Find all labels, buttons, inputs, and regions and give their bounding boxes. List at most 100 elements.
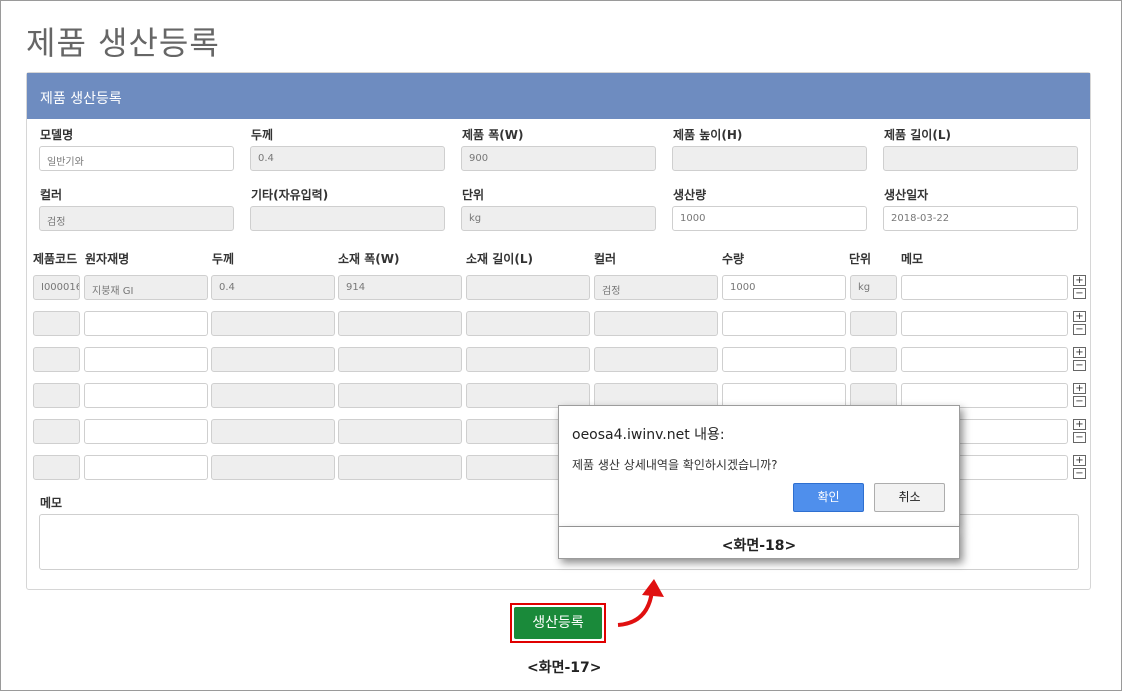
curved-arrow-icon [617, 579, 664, 627]
material-width-cell[interactable] [338, 455, 462, 480]
unit-label: 단위 [462, 188, 485, 202]
row-add-remove-controls: + − [1073, 347, 1086, 372]
remove-row-icon[interactable]: − [1073, 360, 1086, 371]
col-material-name: 원자재명 [85, 252, 130, 266]
model-name-input[interactable]: 일반기와 [39, 146, 234, 171]
add-row-icon[interactable]: + [1073, 383, 1086, 394]
thickness-cell[interactable] [211, 455, 335, 480]
screen-17-caption: <화면-17> [527, 660, 602, 676]
screen-18-caption: <화면-18> [721, 538, 797, 554]
remove-row-icon[interactable]: − [1073, 432, 1086, 443]
remove-row-icon[interactable]: − [1073, 396, 1086, 407]
row-add-remove-controls: + − [1073, 275, 1086, 300]
unit-cell[interactable] [850, 311, 897, 336]
add-row-icon[interactable]: + [1073, 455, 1086, 466]
submit-highlight: 생산등록 [510, 603, 606, 643]
material-name-cell[interactable] [84, 383, 208, 408]
product-code-cell[interactable] [33, 347, 80, 372]
memo-label: 메모 [40, 496, 63, 510]
remove-row-icon[interactable]: − [1073, 468, 1086, 479]
production-qty-input[interactable]: 1000 [672, 206, 867, 231]
col-material-width: 소재 폭(W) [338, 252, 400, 266]
model-name-label: 모델명 [40, 128, 74, 142]
product-length-label: 제품 길이(L) [884, 128, 951, 142]
material-name-cell[interactable] [84, 347, 208, 372]
col-thickness: 두께 [212, 252, 235, 266]
col-material-length: 소재 길이(L) [466, 252, 533, 266]
memo-cell[interactable] [901, 275, 1068, 300]
production-date-input[interactable]: 2018-03-22 [883, 206, 1078, 231]
material-width-cell[interactable] [338, 419, 462, 444]
material-length-cell[interactable] [466, 311, 590, 336]
dialog-title: oeosa4.iwinv.net 내용: [572, 427, 725, 443]
material-name-cell[interactable]: 지붕재 GI [84, 275, 208, 300]
col-quantity: 수량 [722, 252, 745, 266]
add-row-icon[interactable]: + [1073, 311, 1086, 322]
unit-cell[interactable] [850, 347, 897, 372]
etc-free-input[interactable] [250, 206, 445, 231]
col-product-code: 제품코드 [33, 252, 78, 266]
etc-free-input-label: 기타(자유입력) [251, 188, 329, 202]
add-row-icon[interactable]: + [1073, 347, 1086, 358]
thickness-label: 두께 [251, 128, 274, 142]
product-code-cell[interactable] [33, 383, 80, 408]
screen-18-caption-box: <화면-18> [558, 527, 960, 559]
dialog-message: 제품 생산 상세내역을 확인하시겠습니까? [572, 458, 778, 472]
confirm-ok-button[interactable]: 확인 [793, 483, 864, 512]
thickness-cell[interactable] [211, 347, 335, 372]
remove-row-icon[interactable]: − [1073, 324, 1086, 335]
col-color: 컬러 [594, 252, 617, 266]
thickness-cell[interactable] [211, 383, 335, 408]
memo-cell[interactable] [901, 347, 1068, 372]
material-length-cell[interactable] [466, 347, 590, 372]
add-row-icon[interactable]: + [1073, 275, 1086, 286]
remove-row-icon[interactable]: − [1073, 288, 1086, 299]
col-unit: 단위 [849, 252, 872, 266]
product-code-cell[interactable] [33, 455, 80, 480]
confirm-cancel-button[interactable]: 취소 [874, 483, 945, 512]
page-title: 제품 생산등록 [26, 24, 220, 62]
material-width-cell[interactable] [338, 311, 462, 336]
product-length-input[interactable] [883, 146, 1078, 171]
row-add-remove-controls: + − [1073, 311, 1086, 336]
row-add-remove-controls: + − [1073, 419, 1086, 444]
confirm-dialog: oeosa4.iwinv.net 내용: 제품 생산 상세내역을 확인하시겠습니… [558, 405, 960, 527]
col-memo: 메모 [901, 252, 924, 266]
product-code-cell[interactable] [33, 419, 80, 444]
material-name-cell[interactable] [84, 455, 208, 480]
material-width-cell[interactable]: 914 [338, 275, 462, 300]
thickness-cell[interactable]: 0.4 [211, 275, 335, 300]
product-width-label: 제품 폭(W) [462, 128, 524, 142]
color-cell[interactable] [594, 347, 718, 372]
color-cell[interactable]: 검정 [594, 275, 718, 300]
product-width-input[interactable]: 900 [461, 146, 656, 171]
unit-cell[interactable]: kg [850, 275, 897, 300]
color-input[interactable]: 검정 [39, 206, 234, 231]
quantity-cell[interactable] [722, 347, 846, 372]
product-height-label: 제품 높이(H) [673, 128, 743, 142]
quantity-cell[interactable]: 1000 [722, 275, 846, 300]
material-width-cell[interactable] [338, 383, 462, 408]
thickness-cell[interactable] [211, 311, 335, 336]
production-date-label: 생산일자 [884, 188, 929, 202]
product-height-input[interactable] [672, 146, 867, 171]
material-width-cell[interactable] [338, 347, 462, 372]
row-add-remove-controls: + − [1073, 383, 1086, 408]
material-length-cell[interactable] [466, 275, 590, 300]
thickness-cell[interactable] [211, 419, 335, 444]
material-name-cell[interactable] [84, 419, 208, 444]
memo-cell[interactable] [901, 311, 1068, 336]
quantity-cell[interactable] [722, 311, 846, 336]
color-cell[interactable] [594, 311, 718, 336]
product-code-cell[interactable]: I000016 [33, 275, 80, 300]
register-production-button[interactable]: 생산등록 [514, 607, 602, 639]
material-name-cell[interactable] [84, 311, 208, 336]
unit-input[interactable]: kg [461, 206, 656, 231]
thickness-input[interactable]: 0.4 [250, 146, 445, 171]
add-row-icon[interactable]: + [1073, 419, 1086, 430]
color-label: 컬러 [40, 188, 63, 202]
production-qty-label: 생산량 [673, 188, 707, 202]
product-code-cell[interactable] [33, 311, 80, 336]
panel-header: 제품 생산등록 [27, 73, 1090, 119]
row-add-remove-controls: + − [1073, 455, 1086, 480]
